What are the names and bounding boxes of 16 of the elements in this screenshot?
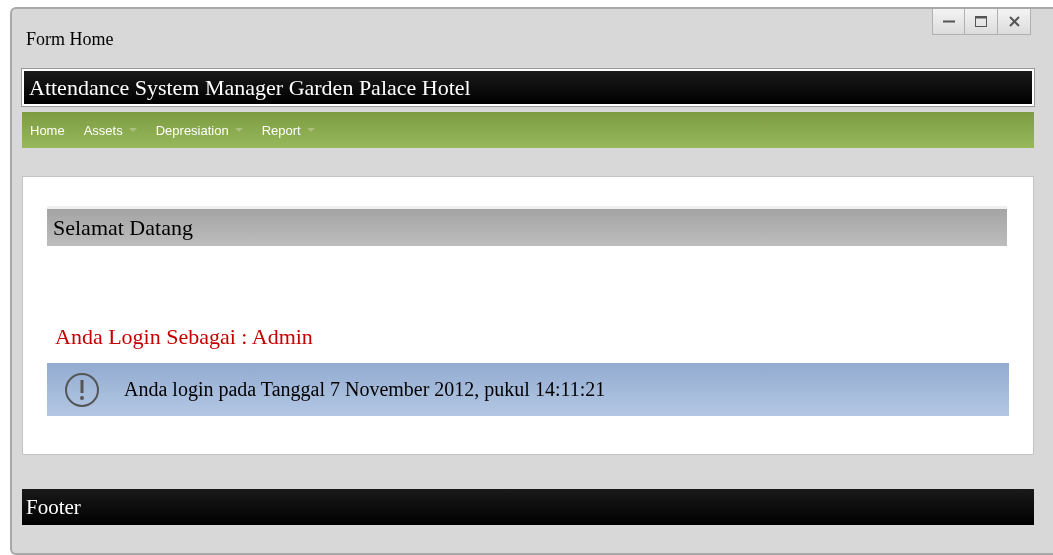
minimize-icon: [942, 19, 955, 23]
login-time-text: Anda login pada Tanggal 7 November 2012, pukul 14:11:21: [124, 378, 606, 401]
close-button[interactable]: [998, 9, 1031, 35]
menu-item[interactable]: Assets: [83, 122, 137, 138]
header-bar: Attendance System Manager Garden Palace Hotel: [22, 69, 1034, 106]
maximize-button[interactable]: [965, 9, 998, 35]
menu-item[interactable]: Depresiation: [155, 122, 243, 138]
menu-item[interactable]: Report: [261, 122, 315, 138]
menu-item[interactable]: Home: [30, 122, 65, 138]
exclamation-icon: [64, 371, 100, 408]
welcome-heading: Selamat Datang: [47, 206, 1007, 246]
window-title: Form Home: [25, 28, 114, 51]
close-icon: [1008, 15, 1020, 27]
maximize-icon: [975, 15, 987, 27]
footer-bar: Footer: [22, 489, 1034, 525]
login-role-text: Anda Login Sebagai : Admin: [55, 324, 314, 351]
